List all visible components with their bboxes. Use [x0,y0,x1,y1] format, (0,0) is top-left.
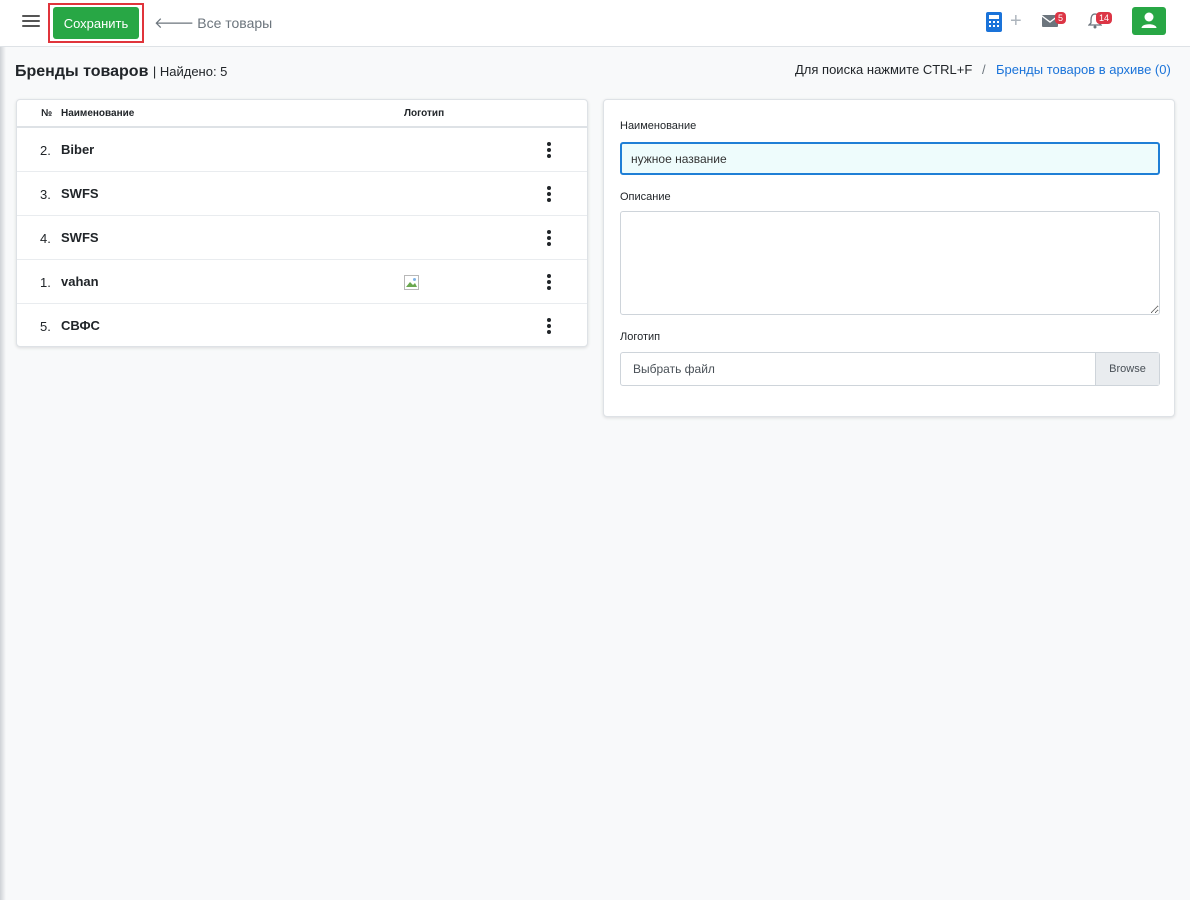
search-hint: Для поиска нажмите CTRL+F [795,62,973,77]
mail-count-badge: 5 [1055,12,1067,24]
archive-brands-link[interactable]: Бренды товаров в архиве (0) [996,62,1171,77]
user-profile-button[interactable] [1132,7,1166,35]
name-input[interactable] [620,142,1160,175]
brands-table: № Наименование Логотип 2. Biber 3. SWFS … [16,99,588,347]
row-name: vahan [61,274,99,289]
table-row[interactable]: 2. Biber [17,128,587,172]
top-navbar: Сохранить 🡐 Все товары + 5 14 [0,0,1190,47]
row-number: 4. [40,231,51,246]
browse-button[interactable]: Browse [1095,353,1159,385]
logo-file-input[interactable]: Выбрать файл Browse [620,352,1160,386]
back-to-products-link[interactable]: 🡐 Все товары [154,13,273,33]
row-menu-icon[interactable] [546,318,552,334]
calculator-icon[interactable] [986,12,1002,32]
row-menu-icon[interactable] [546,230,552,246]
row-name: SWFS [61,230,99,245]
row-number: 5. [40,319,51,334]
row-number: 3. [40,187,51,202]
row-name: SWFS [61,186,99,201]
table-row[interactable]: 3. SWFS [17,172,587,216]
row-menu-icon[interactable] [546,274,552,290]
breadcrumb-separator: / [982,62,986,77]
description-textarea[interactable] [620,211,1160,315]
found-count: | Найдено: 5 [152,64,228,79]
file-placeholder: Выбрать файл [633,362,715,376]
save-button[interactable]: Сохранить [53,7,139,39]
page-title: Бренды товаров | Найдено: 5 [15,63,227,81]
arrow-left-icon: 🡐 [154,15,195,32]
row-menu-icon[interactable] [546,186,552,202]
brand-edit-form: Наименование Описание Логотип Выбрать фа… [603,99,1175,417]
page-shadow-edge [0,0,6,900]
back-link-label: Все товары [197,14,273,31]
row-number: 2. [40,143,51,158]
column-header-logo: Логотип [404,108,445,119]
description-label: Описание [620,191,671,203]
broken-image-icon [404,275,419,290]
table-row[interactable]: 4. SWFS [17,216,587,260]
row-menu-icon[interactable] [546,142,552,158]
notifications-count-badge: 14 [1096,12,1113,24]
table-row[interactable]: 5. СВФС [17,304,587,348]
row-name: Biber [61,142,95,157]
hamburger-menu-icon[interactable] [22,12,40,30]
column-header-num: № [41,108,53,119]
row-number: 1. [40,275,51,290]
column-header-name: Наименование [61,108,135,119]
user-icon [1141,12,1157,28]
name-label: Наименование [620,120,697,132]
table-row[interactable]: 1. vahan [17,260,587,304]
plus-icon[interactable]: + [1010,11,1022,31]
row-name: СВФС [61,318,100,333]
logo-label: Логотип [620,331,661,343]
table-header: № Наименование Логотип [17,100,587,128]
page-title-text: Бренды товаров [15,63,149,80]
